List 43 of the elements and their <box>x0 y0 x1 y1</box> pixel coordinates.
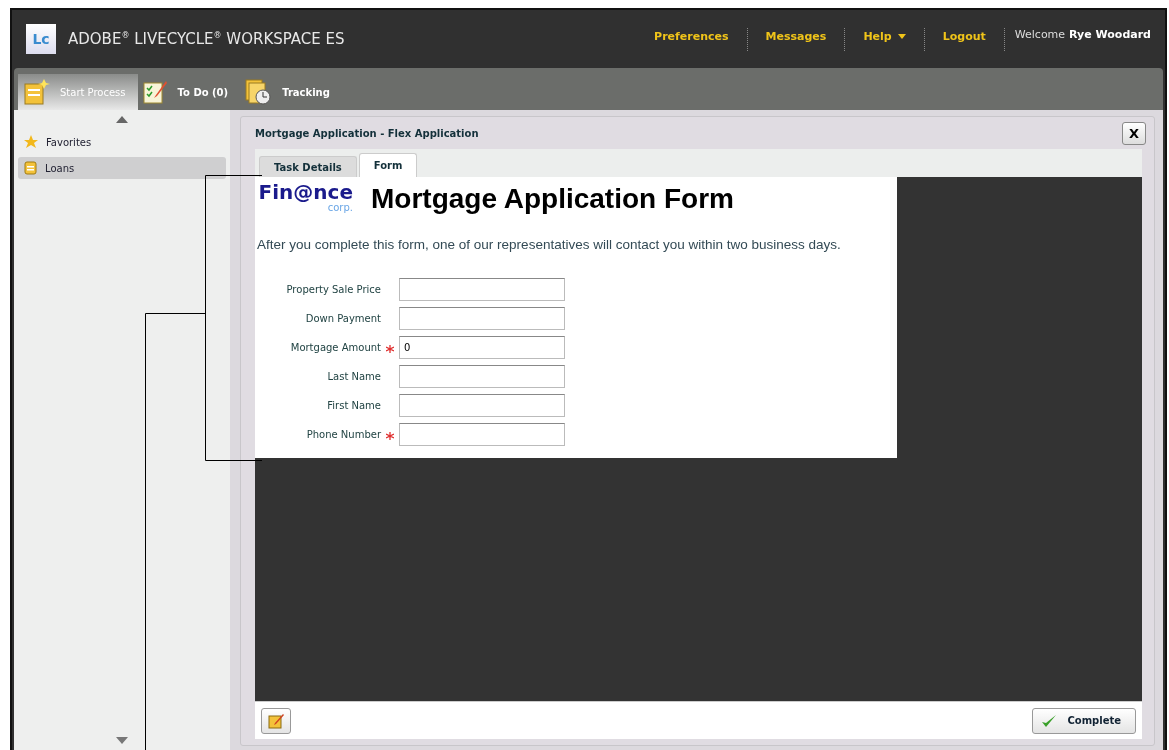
panel-tab[interactable]: Task Details <box>259 156 357 177</box>
input-field[interactable] <box>399 307 565 330</box>
field-label: Property Sale Price <box>286 284 381 295</box>
app-title: ADOBE$^{®}$ LIVECYCLE$^{®}$ WORKSPACE ES <box>68 30 345 48</box>
input-field[interactable] <box>399 278 565 301</box>
field-label: Down Payment <box>305 313 381 324</box>
field-label: Mortgage Amount <box>290 342 381 353</box>
sidebar-item[interactable]: Loans <box>18 157 226 179</box>
scroll-down-icon[interactable] <box>116 737 128 744</box>
user-name: Rye Woodard <box>1068 28 1151 41</box>
panel-title: Mortgage Application - Flex Application <box>255 127 479 139</box>
folder-icon <box>24 161 37 175</box>
header-link[interactable]: Help <box>845 28 925 51</box>
field-label: Last Name <box>327 371 381 382</box>
document-icon <box>22 78 50 106</box>
welcome-text: Welcome <box>1013 28 1066 41</box>
header-link[interactable]: Messages <box>747 28 846 51</box>
checklist-icon <box>141 79 168 105</box>
header-link[interactable]: Preferences <box>636 28 748 51</box>
input-field[interactable]: 0 <box>399 336 565 359</box>
complete-button[interactable]: Complete <box>1032 707 1136 734</box>
field-label: First Name <box>327 400 381 411</box>
panel-tab[interactable]: Form <box>358 153 418 177</box>
note-icon <box>268 712 284 729</box>
header-link[interactable]: Logout <box>924 28 1005 51</box>
company-logo: Fin@nce <box>258 181 353 203</box>
app-logo: Lc <box>26 24 56 54</box>
form-intro: After you complete this form, one of our representatives will contact you within two business days. <box>257 237 842 252</box>
nav-tab[interactable]: Tracking <box>240 74 342 110</box>
checkmark-icon <box>1041 713 1058 728</box>
edit-button[interactable] <box>261 707 291 734</box>
sidebar-item[interactable]: Favorites <box>18 131 226 153</box>
nav-tab[interactable]: To Do (0) <box>137 74 241 110</box>
input-field[interactable] <box>399 423 565 446</box>
clock-icon <box>244 78 273 106</box>
input-field[interactable] <box>399 394 565 417</box>
close-button[interactable]: X <box>1122 121 1146 145</box>
field-label: Phone Number <box>306 429 381 440</box>
scroll-up-icon[interactable] <box>116 116 128 123</box>
input-field[interactable] <box>399 365 565 388</box>
star-icon <box>24 135 38 149</box>
form-heading: Mortgage Application Form <box>371 183 734 215</box>
company-logo-subtitle: corp. <box>327 203 353 213</box>
